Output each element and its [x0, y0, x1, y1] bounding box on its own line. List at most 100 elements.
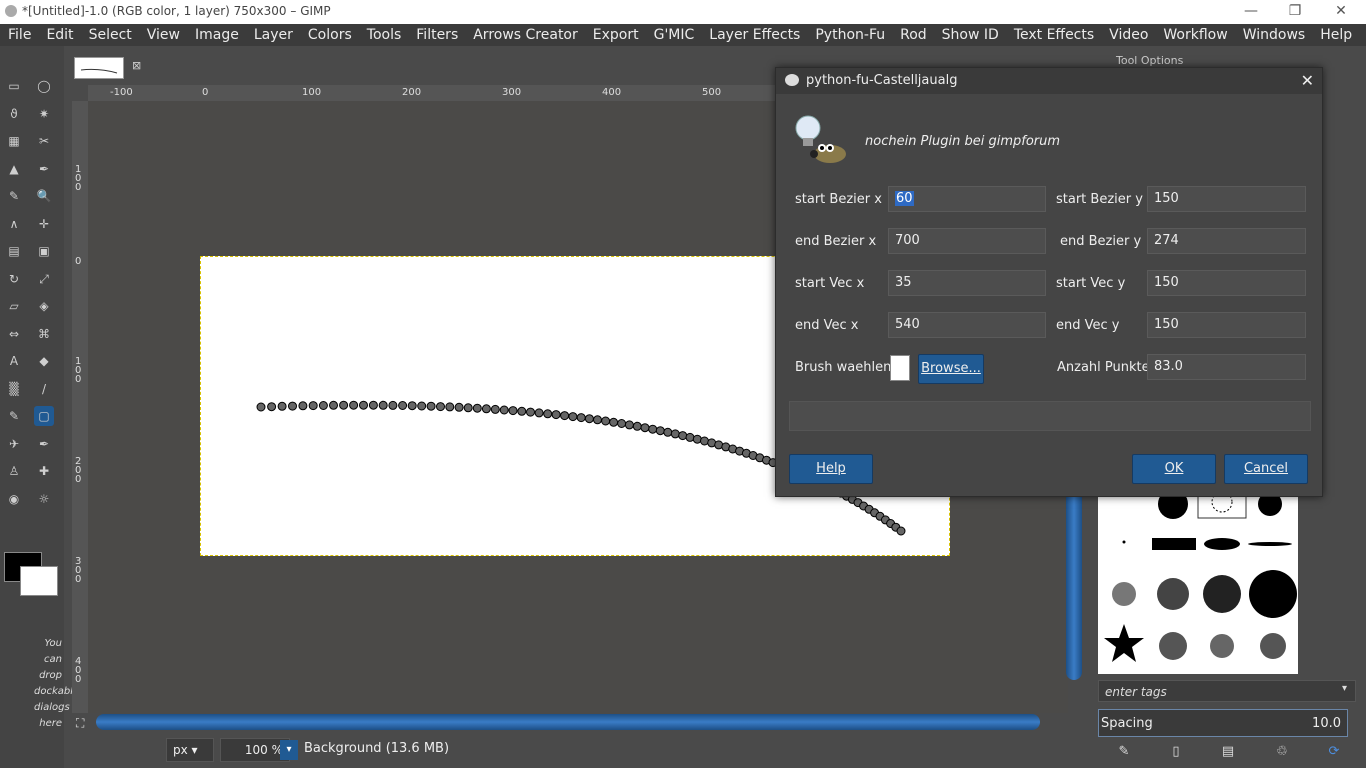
crop-tool-icon[interactable]: ▣ [34, 241, 54, 261]
anzahl-punkte-input[interactable]: 83.0 [1147, 354, 1306, 380]
ellipse-select-tool-icon[interactable]: ◯ [34, 76, 54, 96]
menu-filters[interactable]: Filters [408, 27, 465, 43]
fuzzy-select-tool-icon[interactable]: ✷ [34, 104, 54, 124]
perspective-tool-icon[interactable]: ◈ [34, 296, 54, 316]
brush-preview-swatch[interactable] [890, 355, 910, 381]
menu-select[interactable]: Select [81, 27, 139, 43]
menu-layer[interactable]: Layer [246, 27, 300, 43]
menu-image[interactable]: Image [187, 27, 246, 43]
curve-point [526, 407, 535, 417]
start-bezier-x-label: start Bezier x [795, 192, 882, 207]
rotate-tool-icon[interactable]: ↻ [4, 269, 24, 289]
duplicate-brush-icon[interactable]: ▤ [1220, 744, 1236, 760]
menu-help[interactable]: Help [1312, 27, 1359, 43]
cage-tool-icon[interactable]: ⌘ [34, 324, 54, 344]
menu-file[interactable]: File [0, 27, 38, 43]
heal-tool-icon[interactable]: ✚ [34, 461, 54, 481]
window-titlebar: *[Untitled]-1.0 (RGB color, 1 layer) 750… [0, 0, 1366, 24]
dialog-close-button[interactable]: ✕ [1301, 71, 1314, 90]
help-button[interactable]: Help [789, 454, 873, 484]
minimize-button[interactable]: — [1236, 2, 1266, 22]
dodge-burn-tool-icon[interactable]: ☼ [34, 489, 54, 509]
end-bezier-y-input[interactable]: 274 [1147, 228, 1306, 254]
end-bezier-x-input[interactable]: 700 [888, 228, 1046, 254]
end-vec-y-input[interactable]: 150 [1147, 312, 1306, 338]
menu-python-fu[interactable]: Python-Fu [807, 27, 892, 43]
measure-tool-icon[interactable]: ∧ [4, 214, 24, 234]
horizontal-scrollbar[interactable] [96, 714, 1040, 730]
foreground-select-tool-icon[interactable]: ▲ [4, 159, 24, 179]
unit-select[interactable]: px ▾ [166, 738, 214, 762]
menu-video[interactable]: Video [1101, 27, 1155, 43]
close-tab-icon[interactable]: ⊠ [132, 59, 141, 72]
ruler-tick-label: 4 0 0 [75, 656, 82, 685]
spacing-value: 10.0 [1312, 716, 1341, 731]
scissors-select-tool-icon[interactable]: ✂ [34, 131, 54, 151]
zoom-tool-icon[interactable]: 🔍 [34, 186, 54, 206]
flip-tool-icon[interactable]: ⇔ [4, 324, 24, 344]
align-tool-icon[interactable]: ▤ [4, 241, 24, 261]
ok-button[interactable]: OK [1132, 454, 1216, 484]
end-vec-x-input[interactable]: 540 [888, 312, 1046, 338]
menu-text-effects[interactable]: Text Effects [1006, 27, 1101, 43]
eraser-tool-icon[interactable]: ▢ [34, 406, 54, 426]
menu-export[interactable]: Export [585, 27, 646, 43]
start-vec-y-input[interactable]: 150 [1147, 270, 1306, 296]
start-bezier-x-input[interactable]: 60 [888, 186, 1046, 212]
tool-options-tab[interactable]: Tool Options [1116, 54, 1183, 67]
ink-tool-icon[interactable]: ✒ [34, 434, 54, 454]
brushes-grid[interactable] [1098, 482, 1298, 674]
dock-vertical-scrollbar[interactable] [1066, 470, 1082, 680]
pencil-tool-icon[interactable]: / [34, 379, 54, 399]
browse-brush-button[interactable]: Browse... [918, 354, 984, 384]
maximize-button[interactable]: ❐ [1280, 2, 1310, 22]
menu-tools[interactable]: Tools [359, 27, 409, 43]
menu-edit[interactable]: Edit [38, 27, 80, 43]
airbrush-tool-icon[interactable]: ✈ [4, 434, 24, 454]
background-color-swatch[interactable] [20, 566, 58, 596]
spacing-spinner[interactable]: Spacing 10.0 [1098, 709, 1348, 737]
paintbrush-tool-icon[interactable]: ✎ [4, 406, 24, 426]
bucket-fill-tool-icon[interactable]: ◆ [34, 351, 54, 371]
curve-point [640, 423, 650, 433]
image-tab-thumbnail[interactable] [74, 57, 124, 79]
menu-colors[interactable]: Colors [300, 27, 359, 43]
color-select-tool-icon[interactable]: ▦ [4, 131, 24, 151]
color-picker-tool-icon[interactable]: ✎ [4, 186, 24, 206]
menu-windows[interactable]: Windows [1235, 27, 1313, 43]
shear-tool-icon[interactable]: ▱ [4, 296, 24, 316]
delete-brush-icon[interactable]: ♲ [1274, 744, 1290, 760]
curve-point [298, 401, 308, 411]
scale-tool-icon[interactable]: ⤢ [34, 269, 54, 289]
zoom-dropdown-icon[interactable]: ▾ [280, 740, 298, 760]
brush-tags-input[interactable]: enter tags [1098, 680, 1356, 702]
smudge-tool-icon[interactable]: ◉ [4, 489, 24, 509]
menu-rod[interactable]: Rod [892, 27, 934, 43]
free-select-tool-icon[interactable]: ϑ [4, 104, 24, 124]
tags-dropdown-icon[interactable]: ▾ [1342, 683, 1347, 694]
new-brush-icon[interactable]: ▯ [1168, 744, 1184, 760]
edit-brush-icon[interactable]: ✎ [1116, 744, 1132, 760]
ruler-tick-label: 100 [302, 87, 322, 98]
menu-g-mic[interactable]: G'MIC [646, 27, 702, 43]
cancel-button[interactable]: Cancel [1224, 454, 1308, 484]
paths-tool-icon[interactable]: ✒ [34, 159, 54, 179]
menu-arrows-creator[interactable]: Arrows Creator [465, 27, 585, 43]
curve-point [560, 411, 570, 421]
refresh-brushes-icon[interactable]: ⟳ [1326, 744, 1342, 760]
ruler-tick-label: 2 0 0 [75, 456, 82, 485]
text-tool-icon[interactable]: A [4, 351, 24, 371]
clone-tool-icon[interactable]: ♙ [4, 461, 24, 481]
menu-workflow[interactable]: Workflow [1155, 27, 1234, 43]
start-vec-x-input[interactable]: 35 [888, 270, 1046, 296]
navigate-icon[interactable]: ⛶ [76, 716, 84, 731]
menu-show-id[interactable]: Show ID [934, 27, 1006, 43]
move-tool-icon[interactable]: ✛ [34, 214, 54, 234]
gradient-tool-icon[interactable]: ▒ [4, 379, 24, 399]
menu-layer-effects[interactable]: Layer Effects [701, 27, 807, 43]
menu-view[interactable]: View [139, 27, 187, 43]
start-bezier-y-input[interactable]: 150 [1147, 186, 1306, 212]
close-window-button[interactable]: ✕ [1326, 2, 1356, 22]
hint-line: dockable [34, 686, 80, 697]
rect-select-tool-icon[interactable]: ▭ [4, 76, 24, 96]
